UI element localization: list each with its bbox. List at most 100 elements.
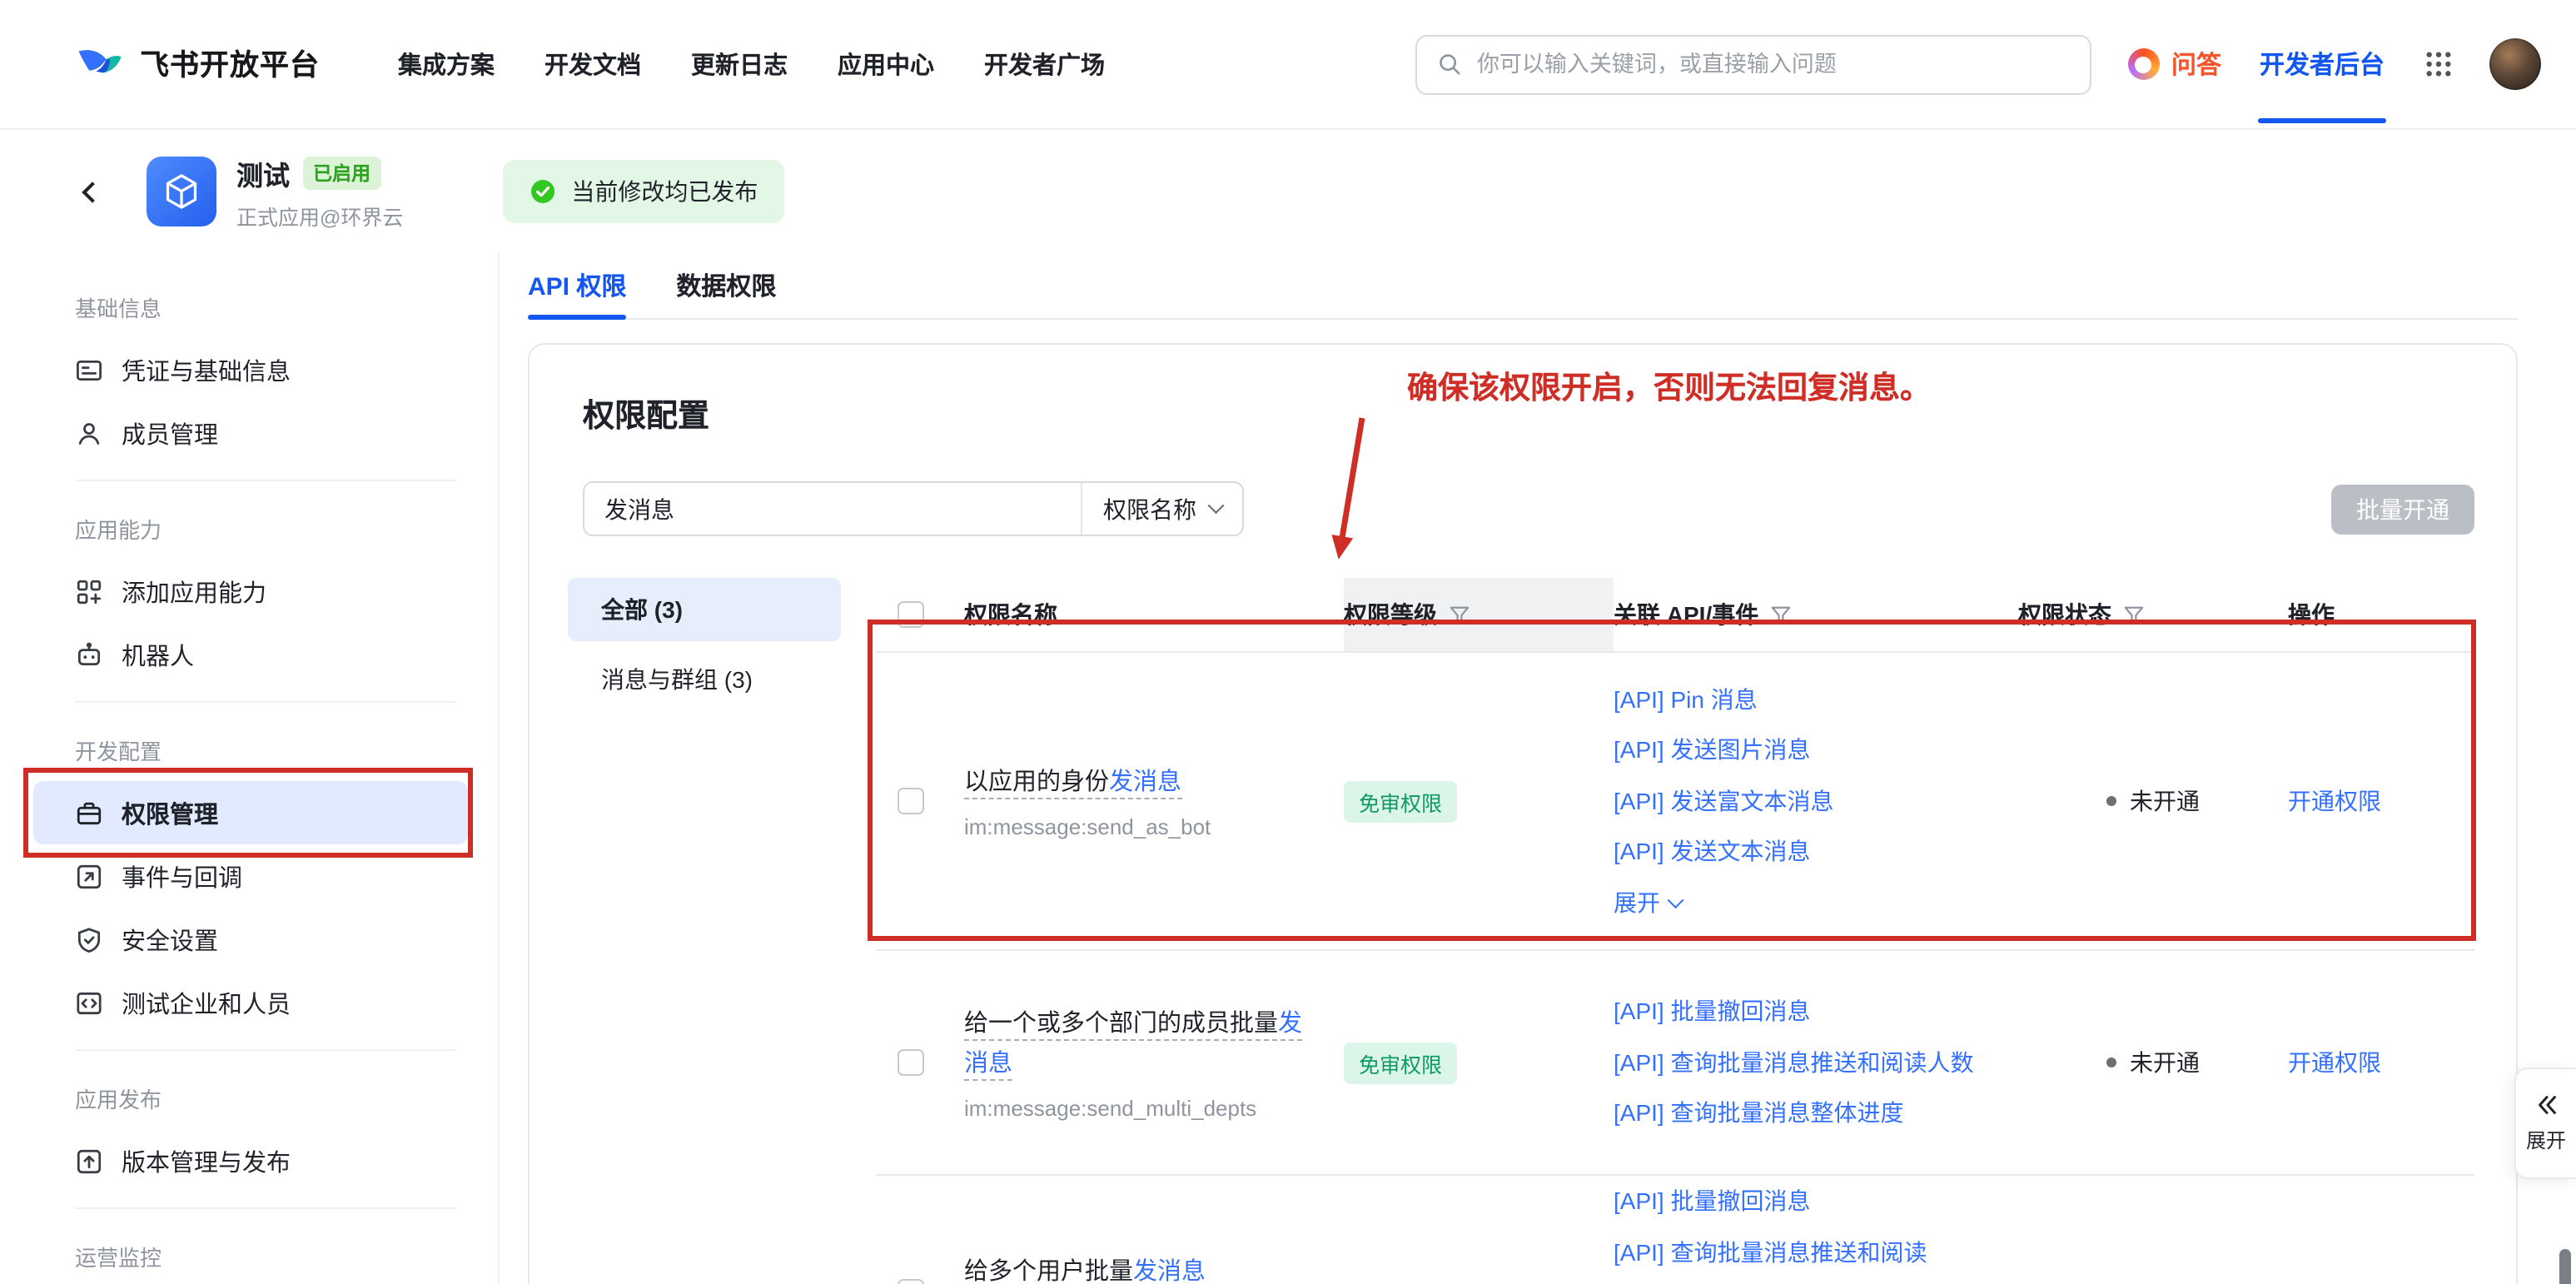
sidebar-item-label: 事件与回调 [122, 858, 242, 893]
permission-name: 给一个或多个部门的成员批量发消息 [964, 1004, 1307, 1084]
sidebar-item-add-capability[interactable]: 添加应用能力 [33, 560, 468, 623]
sidebar-item-test-org[interactable]: 测试企业和人员 [33, 971, 468, 1034]
chevron-down-icon [1207, 498, 1222, 513]
col-header-api: 关联 API/事件 [1614, 598, 1758, 631]
col-header-status: 权限状态 [2018, 598, 2111, 631]
feishu-logo-icon [75, 42, 125, 86]
table-row: 以应用的身份发消息 im:message:send_as_bot 免审权限 [A… [876, 653, 2474, 951]
developer-console-link[interactable]: 开发者后台 [2260, 47, 2385, 82]
toolbar: 权限名称 批量开通 [583, 481, 2474, 536]
status-dot [2106, 796, 2116, 806]
sidebar: 基础信息 凭证与基础信息 成员管理 应用能力 添加应用能力 [0, 253, 500, 1284]
nav-item-docs[interactable]: 开发文档 [545, 47, 641, 82]
permission-name: 给多个用户批量发消息 [964, 1252, 1307, 1284]
chevron-down-icon [1668, 892, 1683, 907]
tab-api-permissions[interactable]: API 权限 [528, 253, 626, 318]
nav-item-solutions[interactable]: 集成方案 [398, 47, 495, 82]
expand-panel-label: 展开 [2526, 1126, 2566, 1154]
table-header: 权限名称 权限等级 关联 API/事件 [876, 578, 2474, 653]
enable-permission-link[interactable]: 开通权限 [2288, 784, 2474, 818]
sidebar-item-label: 凭证与基础信息 [122, 352, 291, 387]
name-text: 给一个或多个部门的成员批量 [964, 1011, 1278, 1038]
code-icon [75, 988, 103, 1017]
api-link[interactable]: [API] 发送富文本消息 [1614, 776, 1992, 827]
sidebar-section-basic-info: 基础信息 [0, 275, 498, 338]
app-header: 测试 已启用 正式应用@环界云 当前修改均已发布 [0, 130, 2576, 253]
api-link[interactable]: [API] 批量撤回消息 [1614, 987, 1992, 1038]
sidebar-item-label: 权限管理 [122, 795, 218, 830]
permission-body: 全部 (3) 消息与群组 (3) 权限名称 权限等级 [583, 578, 2474, 1284]
select-all-checkbox[interactable] [898, 601, 924, 628]
sidebar-item-bot[interactable]: 机器人 [33, 623, 468, 686]
api-link[interactable]: [API] 查询批量消息推送和阅读 [1614, 1227, 1992, 1277]
sidebar-section-capabilities: 应用能力 [0, 496, 498, 560]
nav-item-app-center[interactable]: 应用中心 [838, 47, 934, 82]
app-icon [147, 157, 216, 226]
apps-grid-icon[interactable] [2424, 50, 2453, 78]
category-all[interactable]: 全部 (3) [568, 578, 841, 641]
top-navbar: 飞书开放平台 集成方案 开发文档 更新日志 应用中心 开发者广场 问答 开发者后… [0, 0, 2576, 130]
app-meta: 测试 已启用 正式应用@环界云 [236, 152, 403, 231]
filter-icon[interactable] [1449, 604, 1470, 625]
filter-icon[interactable] [1770, 604, 1792, 625]
row-checkbox[interactable] [898, 788, 924, 814]
feishu-logo[interactable]: 飞书开放平台 [75, 42, 320, 86]
sidebar-item-security[interactable]: 安全设置 [33, 908, 468, 971]
id-card-icon [75, 356, 103, 384]
double-chevron-left-icon [2534, 1092, 2559, 1117]
publish-status-text: 当前修改均已发布 [571, 175, 758, 208]
permission-search[interactable]: 权限名称 [583, 481, 1244, 536]
feishu-open-platform-console: 飞书开放平台 集成方案 开发文档 更新日志 应用中心 开发者广场 问答 开发者后… [0, 0, 2576, 1284]
brand-name: 飞书开放平台 [140, 43, 320, 85]
api-link[interactable]: [API] 查询批量消息推送和阅读人数 [1614, 1038, 1992, 1088]
api-link[interactable]: [API] 发送文本消息 [1614, 827, 1992, 878]
global-search[interactable] [1415, 34, 2091, 94]
expand-panel-button[interactable]: 展开 [2514, 1068, 2576, 1179]
search-icon [1437, 52, 1462, 77]
permission-name: 以应用的身份发消息 [964, 763, 1307, 803]
enable-permission-link[interactable]: 开通权限 [2288, 1046, 2474, 1079]
tab-data-permissions[interactable]: 数据权限 [676, 253, 776, 318]
permission-table: 权限名称 权限等级 关联 API/事件 [876, 578, 2474, 1284]
search-field-select[interactable]: 权限名称 [1080, 483, 1242, 535]
sidebar-item-members[interactable]: 成员管理 [33, 401, 468, 465]
sidebar-item-label: 成员管理 [122, 416, 218, 450]
api-link[interactable]: [API] 批量撤回消息 [1614, 1176, 1992, 1227]
sidebar-section-monitoring: 运营监控 [0, 1224, 498, 1284]
api-link[interactable]: [API] 查询批量消息整体进度 [1614, 1088, 1992, 1139]
expand-apis-label: 展开 [1614, 878, 1660, 928]
sidebar-item-version-release[interactable]: 版本管理与发布 [33, 1129, 468, 1192]
status-text: 未开通 [2130, 784, 2200, 818]
level-badge: 免审权限 [1344, 1042, 1457, 1083]
check-circle-icon [530, 178, 556, 205]
event-callback-icon [75, 862, 103, 890]
sidebar-item-label: 版本管理与发布 [122, 1143, 291, 1178]
nav-item-changelog[interactable]: 更新日志 [691, 47, 788, 82]
sidebar-item-events[interactable]: 事件与回调 [33, 844, 468, 908]
global-search-input[interactable] [1477, 52, 2070, 77]
back-button[interactable] [75, 175, 108, 208]
qa-label: 问答 [2171, 47, 2221, 82]
scrollbar-thumb[interactable] [2559, 1249, 2571, 1284]
col-header-name: 权限名称 [964, 598, 1057, 631]
row-checkbox[interactable] [898, 1279, 924, 1284]
name-highlight: 发消息 [1133, 1259, 1206, 1284]
section-divider [75, 1207, 456, 1209]
qa-ring-icon [2128, 48, 2160, 80]
row-checkbox[interactable] [898, 1049, 924, 1076]
category-message-group[interactable]: 消息与群组 (3) [568, 648, 841, 711]
qa-link[interactable]: 问答 [2128, 47, 2221, 82]
api-link[interactable]: [API] 发送图片消息 [1614, 725, 1992, 776]
batch-enable-button[interactable]: 批量开通 [2331, 484, 2474, 534]
permission-search-input[interactable] [584, 495, 1080, 522]
api-link[interactable]: [API] Pin 消息 [1614, 674, 1992, 725]
sidebar-item-permissions[interactable]: 权限管理 [33, 781, 468, 844]
filter-icon[interactable] [2123, 604, 2145, 625]
sidebar-item-credentials[interactable]: 凭证与基础信息 [33, 338, 468, 401]
nav-item-developer-plaza[interactable]: 开发者广场 [984, 47, 1105, 82]
search-field-label: 权限名称 [1103, 492, 1196, 525]
user-avatar[interactable] [2489, 38, 2541, 90]
chevron-left-icon [81, 181, 102, 202]
expand-apis-link[interactable]: 展开 [1614, 878, 1992, 928]
topnav-menu: 集成方案 开发文档 更新日志 应用中心 开发者广场 [398, 47, 1105, 82]
